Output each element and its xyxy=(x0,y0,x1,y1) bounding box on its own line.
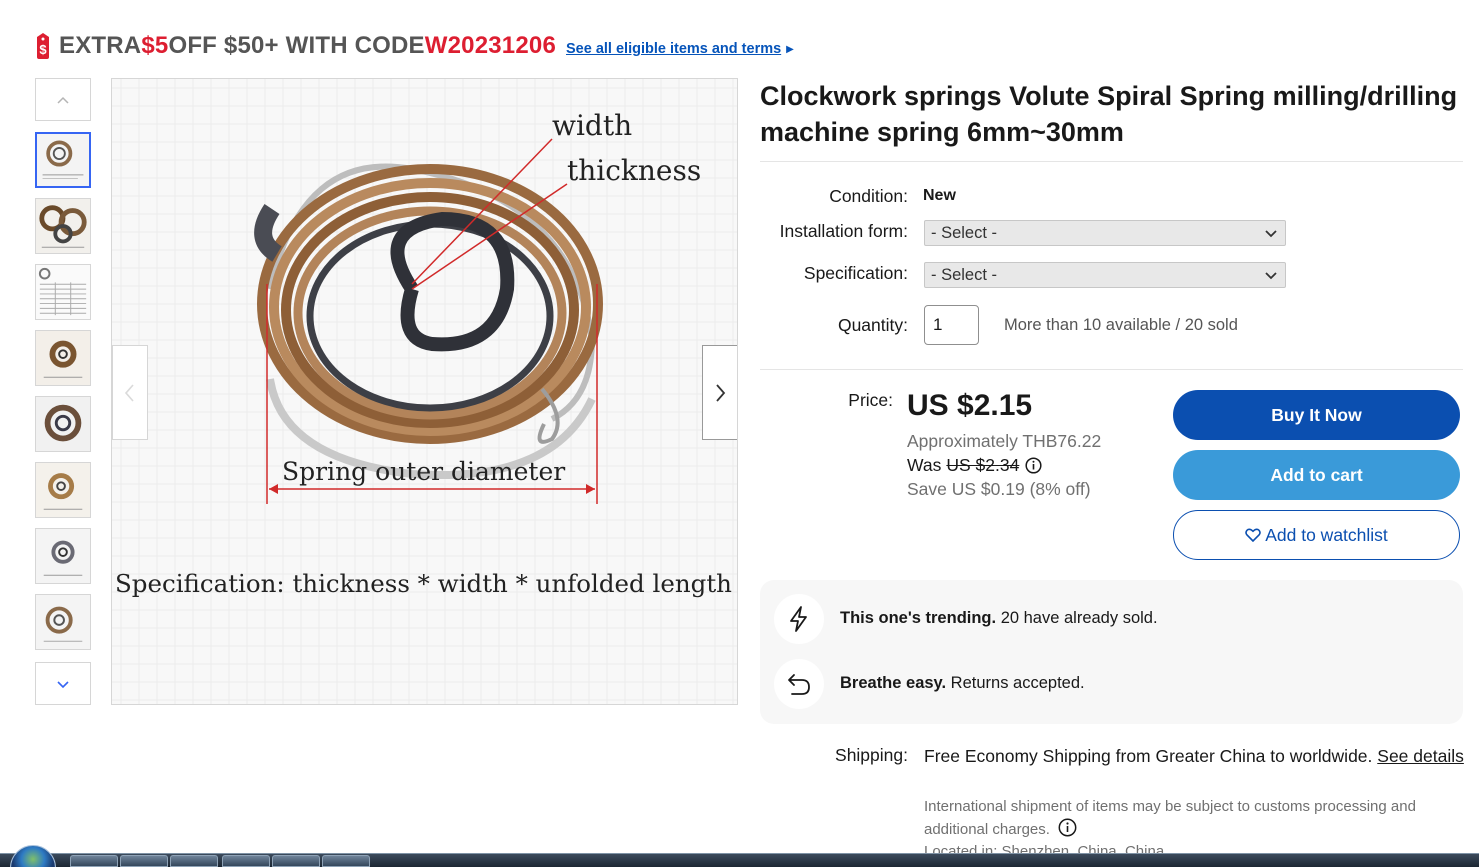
details-divider xyxy=(760,369,1463,370)
info-icon[interactable] xyxy=(1025,457,1042,474)
thumbnails-up-button[interactable] xyxy=(35,78,91,121)
shipping-note-text: International shipment of items may be s… xyxy=(924,798,1416,838)
trending-icon-badge xyxy=(774,594,824,644)
availability-text: More than 10 available / 20 sold xyxy=(1004,316,1238,334)
taskbar-app-5[interactable] xyxy=(272,855,320,867)
returns-text: Breathe easy. Returns accepted. xyxy=(840,674,1085,693)
see-details-link[interactable]: See details xyxy=(1377,746,1464,766)
taskbar-app-6[interactable] xyxy=(322,855,370,867)
highlights-panel xyxy=(760,580,1463,724)
specification-caption: Specification: thickness * width * unfol… xyxy=(115,569,732,598)
return-arrow-icon xyxy=(788,674,810,695)
taskbar-app-4[interactable] xyxy=(222,855,270,867)
promo-text-prefix: EXTRA xyxy=(59,32,142,59)
specification-selected: - Select - xyxy=(931,266,998,284)
installation-form-selected: - Select - xyxy=(931,224,998,242)
main-product-image[interactable]: width thickness Spring outer diameter Sp… xyxy=(111,78,738,705)
thumbnail-7[interactable] xyxy=(35,528,91,584)
condition-value: New xyxy=(923,187,956,204)
thumbnail-2[interactable] xyxy=(35,198,91,254)
specification-label: Specification: xyxy=(803,263,908,283)
installation-form-label: Installation form: xyxy=(779,221,908,241)
returns-bold: Breathe easy. xyxy=(840,674,947,692)
taskbar-app-2[interactable] xyxy=(120,855,168,867)
thumbnail-1[interactable] xyxy=(35,132,91,188)
spring-thumbnail-image xyxy=(36,331,90,385)
spring-thumbnail-image xyxy=(37,134,89,186)
was-label: Was xyxy=(907,455,942,475)
thumbnail-3[interactable] xyxy=(35,264,91,320)
shipping-note: International shipment of items may be s… xyxy=(924,795,1454,841)
info-icon[interactable] xyxy=(1058,818,1077,837)
trending-detail: 20 have already sold. xyxy=(996,609,1158,627)
title-divider xyxy=(760,161,1463,162)
chevron-left-icon xyxy=(124,383,134,402)
heart-icon xyxy=(1245,528,1262,542)
spring-thumbnail-image xyxy=(36,595,90,649)
shipping-label: Shipping: xyxy=(835,745,908,765)
outer-diameter-caption: Spring outer diameter xyxy=(282,457,566,486)
thumbnail-4[interactable] xyxy=(35,330,91,386)
spring-thumbnail-image xyxy=(36,199,90,253)
taskbar-app-3[interactable] xyxy=(170,855,218,867)
shipping-info: Free Economy Shipping from Greater China… xyxy=(924,745,1464,768)
was-price: US $2.34 xyxy=(946,455,1020,475)
start-button[interactable] xyxy=(10,845,56,867)
link-arrow-icon: ▶ xyxy=(786,43,794,55)
add-to-cart-button[interactable]: Add to cart xyxy=(1173,450,1460,500)
price-label: Price: xyxy=(848,390,893,410)
watchlist-label: Add to watchlist xyxy=(1265,524,1388,545)
thickness-caption: thickness xyxy=(567,154,702,187)
next-image-button[interactable] xyxy=(702,345,737,440)
approx-price: Approximately THB76.22 xyxy=(907,431,1102,451)
thumbnail-8[interactable] xyxy=(35,594,91,650)
thumbnail-5[interactable] xyxy=(35,396,91,452)
spring-thumbnail-image xyxy=(36,463,90,517)
spring-thumbnail-image xyxy=(36,529,90,583)
quantity-label: Quantity: xyxy=(837,315,908,335)
quantity-input[interactable]: 1 xyxy=(924,305,979,345)
trending-bold: This one's trending. xyxy=(840,609,997,627)
spring-thumbnail-image xyxy=(36,397,90,451)
condition-label: Condition: xyxy=(829,186,908,206)
promo-banner: $ EXTRA $5 OFF $50+ WITH CODE W20231206 … xyxy=(34,28,794,64)
taskbar-app-1[interactable] xyxy=(70,855,118,867)
returns-detail: Returns accepted. xyxy=(946,674,1085,692)
buy-it-now-button[interactable]: Buy It Now xyxy=(1173,390,1460,440)
add-to-watchlist-button[interactable]: Add to watchlist xyxy=(1173,510,1460,560)
savings-text: Save US $0.19 (8% off) xyxy=(907,479,1091,499)
chevron-down-icon xyxy=(1265,230,1277,238)
product-title: Clockwork springs Volute Spiral Spring m… xyxy=(760,81,1458,147)
size-chart-thumbnail-image xyxy=(36,265,90,319)
svg-text:$: $ xyxy=(39,42,47,57)
chevron-down-icon xyxy=(1265,272,1277,280)
thumbnails-down-button[interactable] xyxy=(35,662,91,705)
trending-text: This one's trending. 20 have already sol… xyxy=(840,609,1158,628)
promo-discount: $5 xyxy=(141,32,169,59)
thumbnail-6[interactable] xyxy=(35,462,91,518)
promo-text-middle: OFF $50+ WITH CODE xyxy=(168,32,425,59)
specification-select[interactable]: - Select - xyxy=(924,262,1286,288)
chevron-down-icon xyxy=(57,680,69,688)
lightning-icon xyxy=(790,606,807,632)
price-value: US $2.15 xyxy=(907,389,1033,422)
previous-image-button[interactable] xyxy=(112,345,148,440)
chevron-right-icon xyxy=(716,383,726,402)
chevron-up-icon xyxy=(57,96,69,104)
shipping-main-text: Free Economy Shipping from Greater China… xyxy=(924,746,1378,766)
was-price-row: Was US $2.34 xyxy=(907,455,1042,476)
coupon-tag-icon: $ xyxy=(37,33,49,59)
installation-form-select[interactable]: - Select - xyxy=(924,220,1286,246)
width-caption: width xyxy=(552,109,633,142)
returns-icon-badge xyxy=(774,659,824,709)
promo-code: W20231206 xyxy=(424,32,556,59)
eligible-items-link[interactable]: See all eligible items and terms xyxy=(566,41,781,57)
